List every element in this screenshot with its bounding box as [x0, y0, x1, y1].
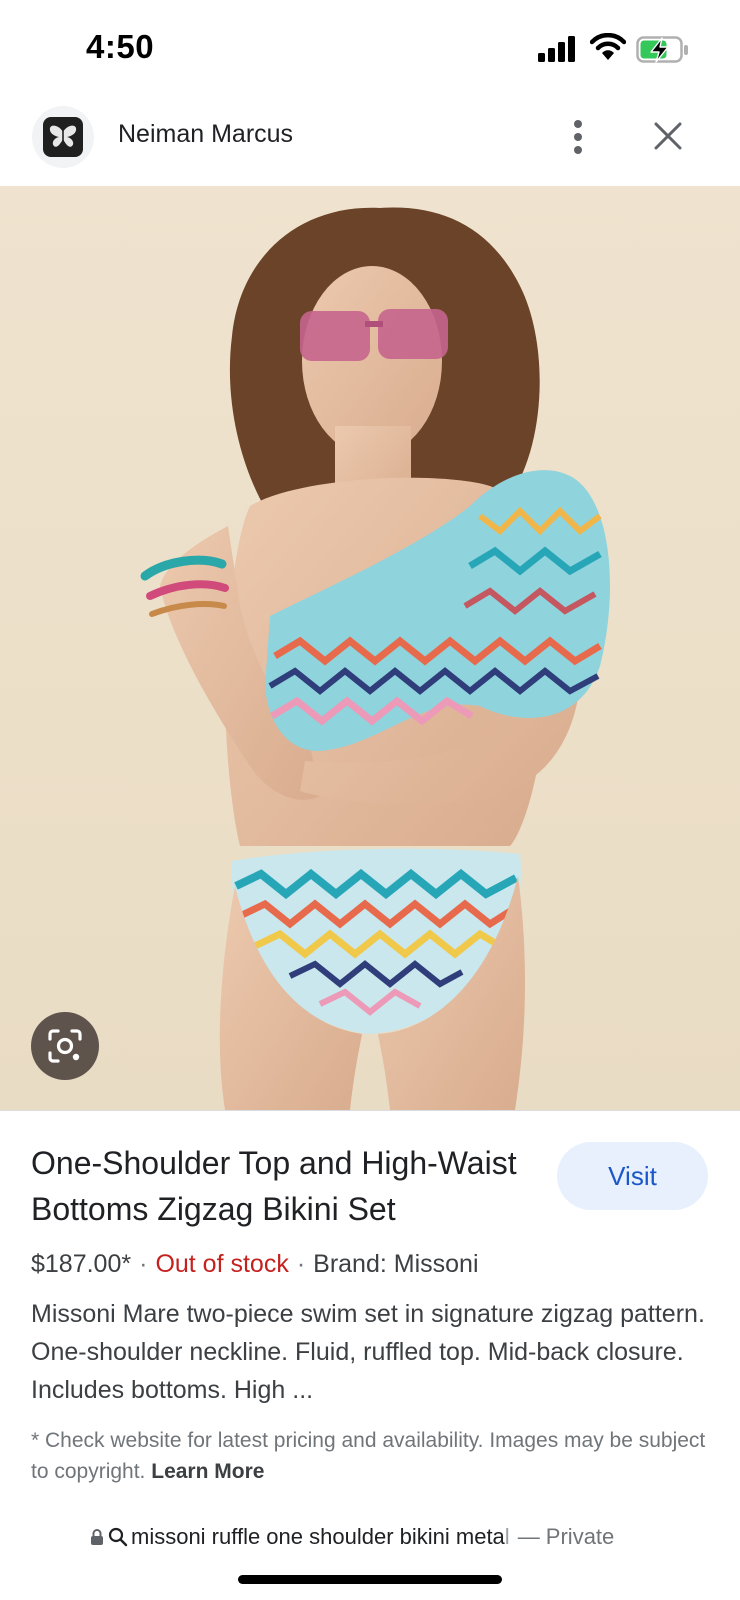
url-bar[interactable]: missoni ruffle one shoulder bikini meta l…: [0, 1500, 740, 1600]
product-title: One-Shoulder Top and High-Waist Bottoms …: [31, 1145, 517, 1227]
more-vert-icon: [574, 120, 582, 154]
close-icon: [654, 122, 682, 150]
battery-charging-icon: [636, 36, 688, 63]
close-button[interactable]: [648, 116, 688, 156]
search-icon: [108, 1527, 128, 1547]
status-bar: 4:50: [0, 0, 740, 100]
home-indicator[interactable]: [238, 1575, 502, 1584]
butterfly-icon: [49, 125, 77, 147]
meta-separator: ·: [139, 1250, 148, 1278]
image-divider: [0, 1110, 740, 1111]
product-image[interactable]: [0, 186, 740, 1110]
product-meta: $187.00* · Out of stock · Brand: Missoni: [31, 1250, 479, 1279]
search-query: missoni ruffle one shoulder bikini meta: [131, 1524, 505, 1549]
disclaimer: * Check website for latest pricing and a…: [31, 1425, 711, 1487]
learn-more-link[interactable]: Learn More: [151, 1460, 264, 1483]
more-options-button[interactable]: [560, 115, 596, 159]
source-name[interactable]: Neiman Marcus: [118, 120, 293, 149]
meta-separator: ·: [296, 1250, 306, 1278]
search-query-overflow: l: [504, 1524, 510, 1549]
disclaimer-text: * Check website for latest pricing and a…: [31, 1429, 706, 1483]
wifi-icon: [590, 33, 626, 60]
product-description: Missoni Mare two-piece swim set in signa…: [31, 1300, 705, 1404]
lens-icon: [48, 1029, 82, 1063]
stock-status: Out of stock: [155, 1250, 289, 1278]
product-price: $187.00*: [31, 1250, 132, 1278]
status-time: 4:50: [86, 28, 155, 65]
visit-button[interactable]: Visit: [557, 1142, 708, 1210]
product-photo: [140, 207, 610, 1110]
source-header: Neiman Marcus: [0, 100, 740, 186]
lock-icon: [91, 1529, 103, 1545]
cellular-signal-icon: [538, 36, 575, 62]
site-favicon[interactable]: [32, 106, 94, 168]
lens-search-button[interactable]: [31, 1012, 99, 1080]
private-label: — Private: [517, 1524, 615, 1549]
product-brand: Brand: Missoni: [313, 1250, 479, 1278]
